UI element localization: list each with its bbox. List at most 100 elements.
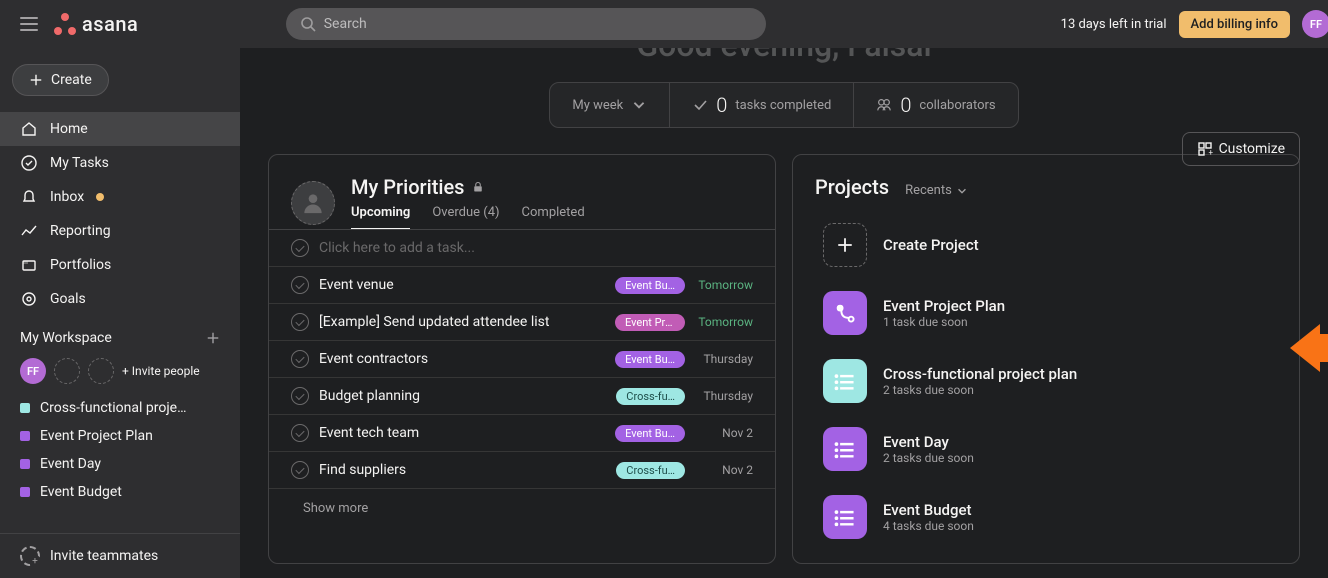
search-input[interactable]: Search: [286, 8, 766, 40]
sidebar-project-item[interactable]: Cross-functional proje…: [0, 394, 240, 422]
customize-button[interactable]: Customize: [1182, 132, 1300, 166]
invite-people-link[interactable]: + Invite people: [122, 364, 200, 378]
asana-logo[interactable]: asana: [54, 12, 138, 36]
task-complete-checkbox[interactable]: [291, 387, 309, 405]
add-member-avatar[interactable]: [88, 358, 114, 384]
workspace-header[interactable]: My Workspace: [0, 316, 240, 354]
search-icon: [300, 16, 316, 32]
add-member-avatar[interactable]: [54, 358, 80, 384]
folder-icon: [20, 256, 38, 274]
sidebar-item-portfolios[interactable]: Portfolios: [0, 248, 240, 282]
nav-label: Reporting: [50, 223, 111, 239]
project-subtitle: 1 task due soon: [883, 315, 1005, 329]
sidebar-item-home[interactable]: Home: [0, 112, 240, 146]
project-card[interactable]: Event Budget4 tasks due soon: [815, 483, 1277, 551]
task-row[interactable]: [Example] Send updated attendee list Eve…: [269, 304, 775, 341]
project-icon: [823, 495, 867, 539]
add-task-row[interactable]: Click here to add a task...: [269, 230, 775, 267]
bell-icon: [20, 188, 38, 206]
sidebar-item-goals[interactable]: Goals: [0, 282, 240, 316]
project-name: Cross-functional project plan: [883, 365, 1077, 383]
project-card[interactable]: Event Project Plan1 task due soon: [815, 279, 1277, 347]
main-content: Good evening, Faisal My week 0 tasks com…: [240, 48, 1328, 578]
range-selector[interactable]: My week: [550, 87, 669, 123]
tasks-completed-stat[interactable]: 0 tasks completed: [669, 83, 853, 127]
task-project-tag[interactable]: Cross-fu…: [616, 388, 685, 405]
sidebar-project-item[interactable]: Event Project Plan: [0, 422, 240, 450]
project-label: Event Project Plan: [40, 428, 153, 444]
task-project-tag[interactable]: Event Pro…: [615, 314, 685, 331]
sidebar-project-item[interactable]: Event Day: [0, 450, 240, 478]
project-name: Event Project Plan: [883, 297, 1005, 315]
profile-avatar-placeholder[interactable]: [291, 181, 335, 225]
task-project-tag[interactable]: Event Bu…: [615, 351, 685, 368]
task-row[interactable]: Event contractors Event Bu… Thursday: [269, 341, 775, 378]
user-avatar[interactable]: FF: [1302, 10, 1328, 38]
sidebar: Create HomeMy TasksInbox Reporting Portfol…: [0, 48, 240, 578]
tasks-count: 0: [716, 93, 727, 117]
task-row[interactable]: Event venue Event Bu… Tomorrow: [269, 267, 775, 304]
project-name: Event Budget: [883, 501, 974, 519]
projects-title: Projects: [815, 175, 889, 199]
task-complete-checkbox[interactable]: [291, 313, 309, 331]
chevron-down-icon: [956, 185, 968, 197]
priorities-panel: My Priorities Upcoming Overdue (4) Complet…: [268, 154, 776, 564]
create-project-label: Create Project: [883, 236, 979, 254]
task-due-date: Thursday: [695, 389, 753, 403]
task-row[interactable]: Find suppliers Cross-fu… Nov 2: [269, 452, 775, 489]
add-project-icon[interactable]: [206, 331, 220, 345]
project-card[interactable]: Event Day2 tasks due soon: [815, 415, 1277, 483]
collaborators-stat[interactable]: 0 collaborators: [853, 83, 1017, 127]
task-project-tag[interactable]: Event Bu…: [615, 277, 685, 294]
project-color-icon: [20, 487, 30, 497]
task-complete-checkbox[interactable]: [291, 461, 309, 479]
collab-count: 0: [900, 93, 911, 117]
projects-filter[interactable]: Recents: [905, 183, 968, 198]
tab-upcoming[interactable]: Upcoming: [351, 205, 410, 230]
list-icon: [834, 370, 856, 392]
priorities-title: My Priorities: [351, 175, 464, 199]
people-icon: [876, 97, 892, 113]
invite-teammates-label: Invite teammates: [50, 548, 158, 564]
project-icon: [823, 427, 867, 471]
sidebar-item-reporting[interactable]: Reporting: [0, 214, 240, 248]
task-complete-checkbox[interactable]: [291, 424, 309, 442]
project-name: Event Day: [883, 433, 974, 451]
task-name: Budget planning: [319, 388, 606, 404]
trial-days-text: 13 days left in trial: [1061, 17, 1167, 32]
create-button[interactable]: Create: [12, 64, 109, 96]
sidebar-item-my-tasks[interactable]: My Tasks: [0, 146, 240, 180]
add-billing-button[interactable]: Add billing info: [1179, 11, 1290, 38]
stats-bar: My week 0 tasks completed 0 collaborator…: [549, 82, 1018, 128]
task-name: Event tech team: [319, 425, 605, 441]
tab-overdue[interactable]: Overdue (4): [432, 205, 499, 230]
create-project-row[interactable]: Create Project: [815, 211, 1277, 279]
show-more-button[interactable]: Show more: [269, 489, 775, 528]
task-due-date: Nov 2: [695, 426, 753, 440]
lock-icon: [472, 181, 484, 193]
task-project-tag[interactable]: Event Bu…: [615, 425, 685, 442]
task-row[interactable]: Budget planning Cross-fu… Thursday: [269, 378, 775, 415]
task-name: Event venue: [319, 277, 605, 293]
sidebar-item-inbox[interactable]: Inbox: [0, 180, 240, 214]
workspace-label: My Workspace: [20, 330, 112, 346]
tab-completed[interactable]: Completed: [522, 205, 585, 230]
task-row[interactable]: Event tech team Event Bu… Nov 2: [269, 415, 775, 452]
sidebar-project-item[interactable]: Event Budget: [0, 478, 240, 506]
range-label: My week: [572, 98, 623, 113]
list-icon: [834, 506, 856, 528]
task-project-tag[interactable]: Cross-fu…: [616, 462, 685, 479]
invite-teammates-link[interactable]: Invite teammates: [0, 533, 240, 578]
project-subtitle: 2 tasks due soon: [883, 451, 974, 465]
check-circle-icon: [20, 154, 38, 172]
task-complete-checkbox[interactable]: [291, 350, 309, 368]
trend-icon: [20, 222, 38, 240]
task-complete-checkbox[interactable]: [291, 239, 309, 257]
menu-toggle-button[interactable]: [12, 9, 46, 39]
project-card[interactable]: Cross-functional project plan2 tasks due…: [815, 347, 1277, 415]
project-subtitle: 4 tasks due soon: [883, 519, 974, 533]
my-avatar[interactable]: FF: [20, 358, 46, 384]
top-bar: asana Search 13 days left in trial Add b…: [0, 0, 1328, 48]
project-subtitle: 2 tasks due soon: [883, 383, 1077, 397]
task-complete-checkbox[interactable]: [291, 276, 309, 294]
